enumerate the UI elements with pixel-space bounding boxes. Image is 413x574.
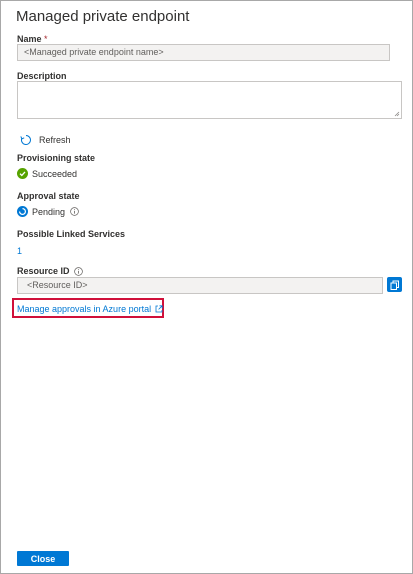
description-label: Description: [17, 71, 67, 81]
managed-private-endpoint-panel: Managed private endpoint Name * <Managed…: [0, 0, 413, 574]
manage-approvals-link[interactable]: Manage approvals in Azure portal: [17, 304, 163, 314]
resource-id-value: <Resource ID>: [27, 280, 88, 290]
refresh-icon: [20, 134, 32, 146]
approval-state-text: Pending: [32, 206, 66, 217]
approval-state-label: Approval state: [17, 191, 80, 201]
pending-icon: [17, 206, 28, 217]
name-field[interactable]: <Managed private endpoint name>: [17, 44, 390, 61]
external-link-icon: [155, 305, 163, 313]
resource-id-label: Resource ID: [17, 266, 83, 276]
info-icon[interactable]: [70, 207, 79, 216]
refresh-label: Refresh: [39, 135, 71, 145]
description-field[interactable]: [17, 81, 402, 119]
info-icon[interactable]: [73, 266, 83, 276]
close-button[interactable]: Close: [17, 551, 69, 566]
name-label-text: Name: [17, 34, 42, 44]
linked-services-count-link[interactable]: 1: [17, 246, 22, 256]
approval-state-value: Pending: [17, 206, 79, 217]
provisioning-state-value: Succeeded: [17, 168, 77, 179]
success-check-icon: [17, 168, 28, 179]
refresh-button[interactable]: Refresh: [20, 134, 71, 146]
manage-approvals-label: Manage approvals in Azure portal: [17, 304, 152, 314]
panel-title: Managed private endpoint: [16, 8, 190, 25]
linked-services-label: Possible Linked Services: [17, 229, 126, 239]
resize-grip-icon[interactable]: [394, 111, 400, 117]
copy-button[interactable]: [387, 277, 402, 292]
resource-id-label-text: Resource ID: [17, 266, 70, 276]
provisioning-state-text: Succeeded: [32, 168, 78, 179]
name-label: Name *: [17, 34, 48, 44]
resource-id-field[interactable]: <Resource ID>: [17, 277, 383, 294]
name-field-value: <Managed private endpoint name>: [24, 47, 164, 57]
provisioning-state-label: Provisioning state: [17, 153, 96, 163]
copy-icon: [390, 280, 400, 290]
required-marker: *: [44, 34, 48, 44]
